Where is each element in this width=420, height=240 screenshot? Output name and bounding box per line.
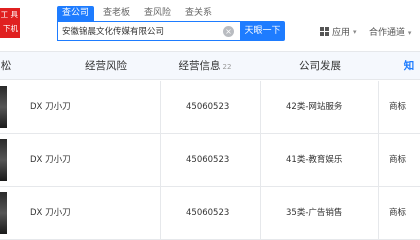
- section-tab-partial[interactable]: 松: [0, 52, 16, 80]
- table-row[interactable]: DX 刀小刀 45060523 35类-广告销售 商标: [0, 187, 420, 240]
- grid-icon: [320, 27, 329, 36]
- top-header: 工 具 下机构 查公司 查老板 查风险 查关系 × 天眼一下 应用 ▾ 合作通道…: [0, 0, 420, 52]
- trademark-class: 35类-广告销售: [286, 208, 343, 218]
- section-tab-label: 经营信息: [178, 60, 221, 72]
- section-tabs-row: 松 经营风险 经营信息 22 公司发展 知: [0, 52, 420, 80]
- tab-relation[interactable]: 查关系: [180, 6, 217, 21]
- trademark-status: 商标: [389, 208, 407, 218]
- trademark-class: 41类-教育娱乐: [286, 155, 343, 165]
- clear-icon[interactable]: ×: [223, 26, 234, 37]
- tab-boss[interactable]: 查老板: [98, 6, 135, 21]
- table-row[interactable]: DX 刀小刀 45060523 42类-网站服务 商标: [0, 81, 420, 134]
- section-tab-knowledge[interactable]: 知: [398, 52, 420, 80]
- trademark-thumbnail[interactable]: [0, 86, 7, 128]
- trademark-thumbnail[interactable]: [0, 139, 7, 181]
- search-input[interactable]: [62, 22, 217, 40]
- section-tab-business-risk[interactable]: 经营风险: [60, 52, 152, 80]
- search-tabs: 查公司 查老板 查风险 查关系: [57, 6, 217, 21]
- chevron-down-icon: ▾: [353, 27, 357, 36]
- registration-number: 45060523: [186, 208, 230, 218]
- column-divider: [160, 81, 161, 240]
- column-divider: [260, 81, 261, 240]
- site-logo[interactable]: 工 具 下机构: [0, 8, 20, 47]
- section-tab-development[interactable]: 公司发展: [280, 52, 360, 80]
- trademark-table: DX 刀小刀 45060523 42类-网站服务 商标 DX 刀小刀 45060…: [0, 81, 420, 240]
- trademark-class: 42类-网站服务: [286, 102, 343, 112]
- registration-number: 45060523: [186, 102, 230, 112]
- search-box: ×: [57, 21, 241, 41]
- tab-risk[interactable]: 查风险: [139, 6, 176, 21]
- chevron-down-icon: ▾: [407, 29, 412, 37]
- trademark-name: DX 刀小刀: [30, 102, 71, 112]
- apps-label: 应用: [332, 28, 351, 38]
- table-row[interactable]: DX 刀小刀 45060523 41类-教育娱乐 商标: [0, 134, 420, 187]
- column-divider: [378, 81, 379, 240]
- search-button[interactable]: 天眼一下: [240, 21, 285, 41]
- apps-menu[interactable]: 应用 ▾: [320, 25, 357, 38]
- channel-menu[interactable]: 合作通道 ▾: [369, 25, 411, 38]
- section-tab-business-info[interactable]: 经营信息 22: [160, 52, 250, 80]
- trademark-status: 商标: [389, 155, 407, 165]
- count-badge: 22: [222, 63, 232, 71]
- logo-text-line2: 下机构: [3, 24, 18, 47]
- registration-number: 45060523: [186, 155, 230, 165]
- trademark-name: DX 刀小刀: [30, 155, 71, 165]
- logo-text-line1: 工 具: [0, 10, 18, 19]
- tab-company[interactable]: 查公司: [57, 6, 95, 21]
- trademark-thumbnail[interactable]: [0, 192, 7, 234]
- channel-label: 合作通道: [369, 28, 406, 38]
- trademark-name: DX 刀小刀: [30, 208, 71, 218]
- trademark-status: 商标: [389, 102, 407, 112]
